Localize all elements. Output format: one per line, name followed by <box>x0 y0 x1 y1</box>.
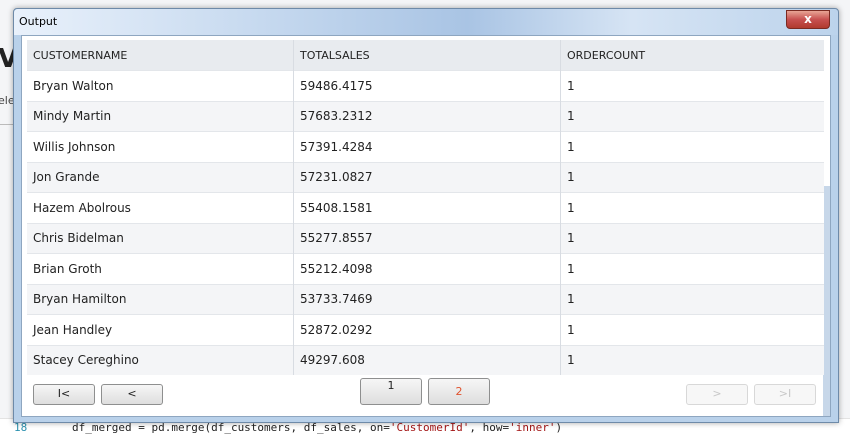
page-number: 1 <box>387 379 395 392</box>
table-row[interactable]: Willis Johnson 57391.4284 1 <box>27 131 824 162</box>
first-page-icon: I< <box>57 387 71 400</box>
last-page-icon: >I <box>778 387 792 400</box>
cell-totalsales: 55277.8557 <box>293 222 561 254</box>
cell-ordercount: 1 <box>560 314 824 345</box>
chevron-right-icon: > <box>712 387 722 400</box>
table-row[interactable]: Hazem Abolrous 55408.1581 1 <box>27 192 824 223</box>
cell-customername: Jon Grande <box>27 161 294 193</box>
cell-totalsales: 59486.4175 <box>293 70 561 101</box>
table-header-row: CUSTOMERNAME TOTALSALES ORDERCOUNT <box>27 40 824 71</box>
cell-totalsales: 57231.0827 <box>293 161 561 193</box>
cell-ordercount: 1 <box>560 222 824 254</box>
cell-customername: Brian Groth <box>27 253 294 284</box>
cell-customername: Mindy Martin <box>27 100 294 132</box>
cell-customername: Hazem Abolrous <box>27 192 294 223</box>
cell-ordercount: 1 <box>560 192 824 223</box>
last-page-button[interactable]: >I <box>754 384 816 405</box>
cell-totalsales: 49297.608 <box>293 344 561 375</box>
cell-customername: Jean Handley <box>27 314 294 345</box>
table-row[interactable]: Jon Grande 57231.0827 1 <box>27 161 824 193</box>
cell-totalsales: 55408.1581 <box>293 192 561 223</box>
table-row[interactable]: Mindy Martin 57683.2312 1 <box>27 100 824 132</box>
close-button[interactable]: x <box>786 10 830 29</box>
cell-customername: Stacey Cereghino <box>27 344 294 375</box>
table-row[interactable]: Stacey Cereghino 49297.608 1 <box>27 344 824 375</box>
background-divider <box>0 124 14 125</box>
cell-totalsales: 57683.2312 <box>293 100 561 132</box>
table-row[interactable]: Jean Handley 52872.0292 1 <box>27 314 824 345</box>
column-header-totalsales[interactable]: TOTALSALES <box>293 40 561 71</box>
cell-totalsales: 55212.4098 <box>293 253 561 284</box>
cell-totalsales: 52872.0292 <box>293 314 561 345</box>
previous-page-button[interactable]: < <box>101 384 163 405</box>
cell-ordercount: 1 <box>560 283 824 315</box>
page-2-button[interactable]: 2 <box>428 378 490 405</box>
cell-customername: Willis Johnson <box>27 131 294 162</box>
column-header-ordercount[interactable]: ORDERCOUNT <box>560 40 824 71</box>
cell-customername: Bryan Hamilton <box>27 283 294 315</box>
cell-customername: Chris Bidelman <box>27 222 294 254</box>
cell-ordercount: 1 <box>560 100 824 132</box>
table-row[interactable]: Brian Groth 55212.4098 1 <box>27 253 824 284</box>
chevron-left-icon: < <box>127 387 137 400</box>
dialog-title: Output <box>19 15 58 28</box>
cell-ordercount: 1 <box>560 344 824 375</box>
cell-ordercount: 1 <box>560 70 824 101</box>
cell-ordercount: 1 <box>560 131 824 162</box>
cell-totalsales: 57391.4284 <box>293 131 561 162</box>
cell-totalsales: 53733.7469 <box>293 283 561 315</box>
table-row[interactable]: Chris Bidelman 55277.8557 1 <box>27 222 824 254</box>
page-1-button[interactable]: 1 <box>360 378 422 405</box>
close-icon: x <box>804 12 812 26</box>
dialog-titlebar[interactable]: Output x <box>14 9 838 35</box>
table-row[interactable]: Bryan Walton 59486.4175 1 <box>27 70 824 101</box>
dialog-content: CUSTOMERNAME TOTALSALES ORDERCOUNT Bryan… <box>21 35 831 417</box>
first-page-button[interactable]: I< <box>33 384 95 405</box>
cell-customername: Bryan Walton <box>27 70 294 101</box>
pager: I< < 1 2 > >I <box>22 378 830 412</box>
output-dialog: Output x CUSTOMERNAME TOTALSALES ORDERCO… <box>13 8 839 423</box>
results-table: CUSTOMERNAME TOTALSALES ORDERCOUNT Bryan… <box>27 40 824 375</box>
table-row[interactable]: Bryan Hamilton 53733.7469 1 <box>27 283 824 315</box>
page-number: 2 <box>455 385 463 398</box>
cell-ordercount: 1 <box>560 161 824 193</box>
cell-ordercount: 1 <box>560 253 824 284</box>
next-page-button[interactable]: > <box>686 384 748 405</box>
column-header-customername[interactable]: CUSTOMERNAME <box>27 40 294 71</box>
